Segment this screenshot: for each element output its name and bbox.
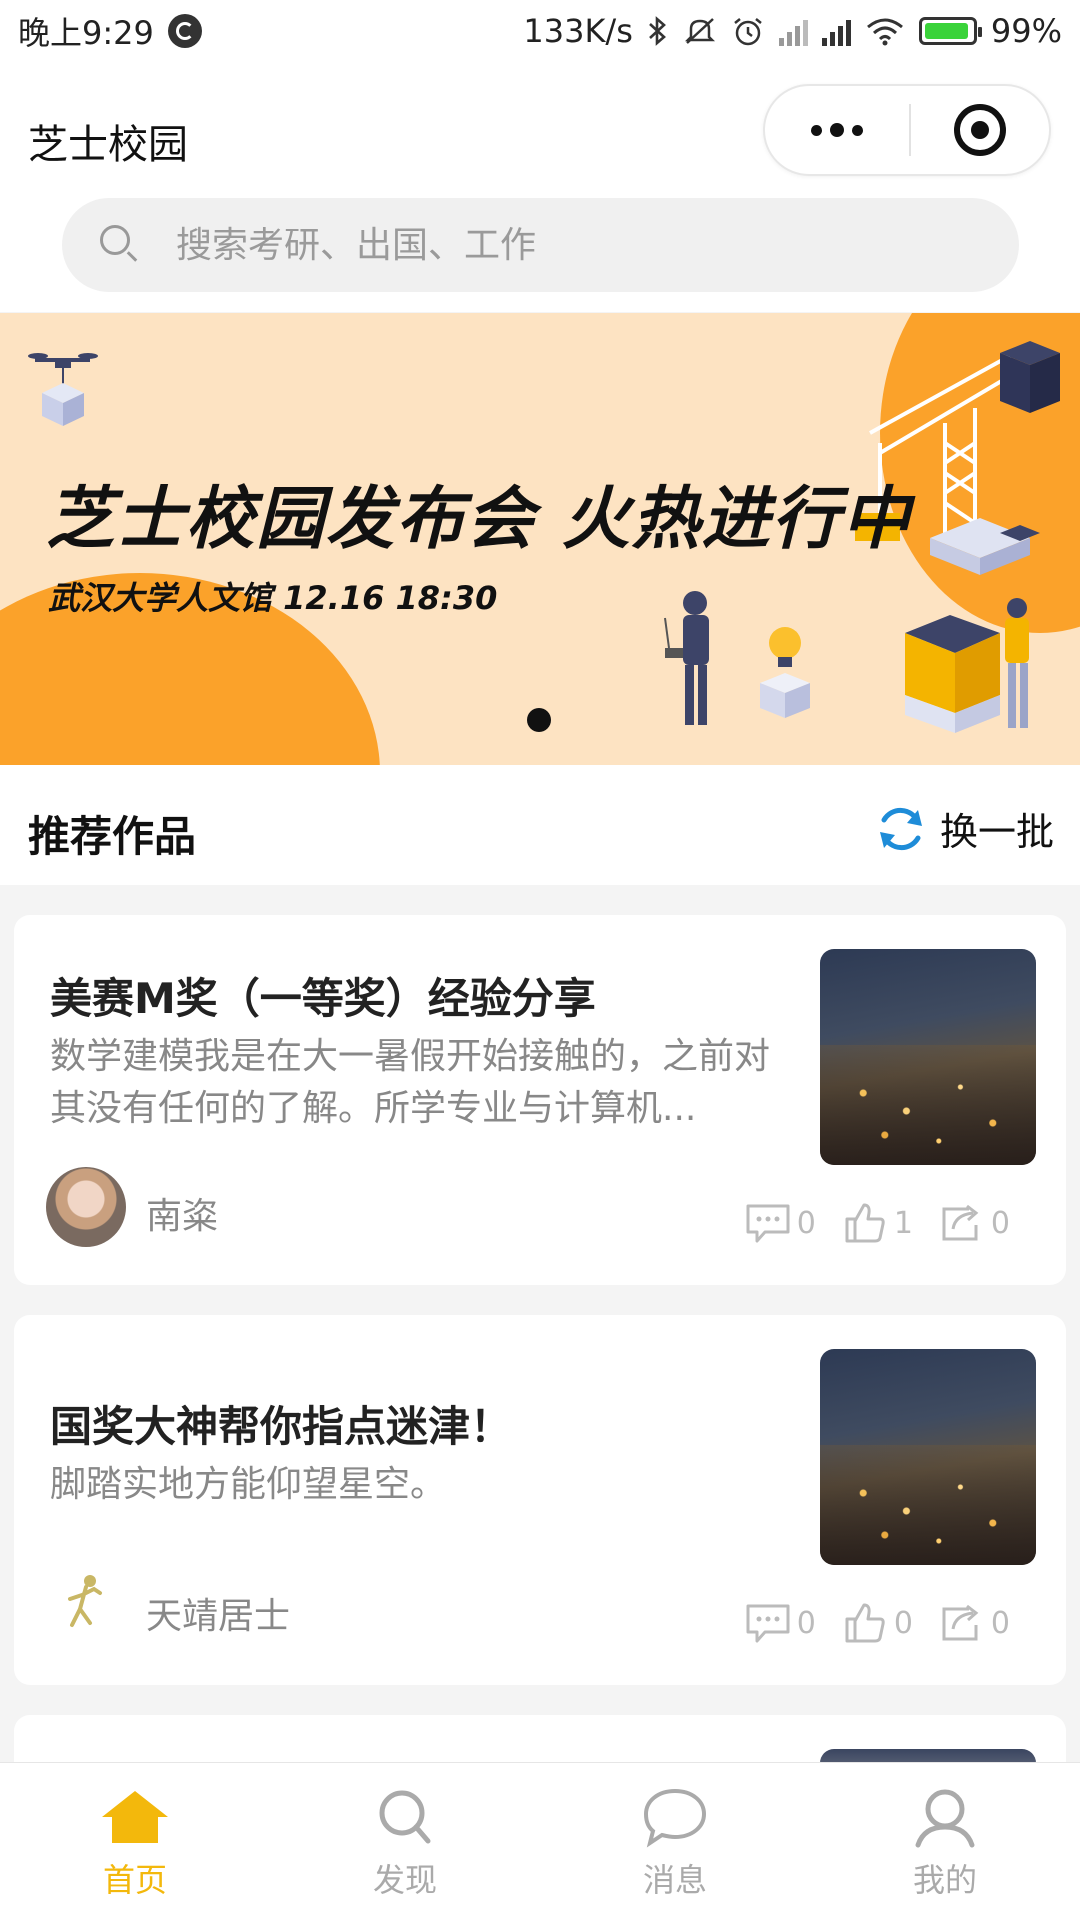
tab-label: 首页 [102,1861,167,1899]
bluetooth-icon [648,16,666,46]
globe-icon [167,14,202,48]
signal-icon-2 [821,16,851,46]
author-name[interactable]: 天靖居士 [146,1587,290,1639]
refresh-button[interactable]: 换一批 [874,801,1054,856]
search-icon [379,1790,431,1844]
chat-icon [643,1788,707,1848]
target-icon [954,104,1006,156]
article-thumbnail[interactable] [820,1349,1036,1565]
share-count: 0 [990,1205,1010,1241]
bottom-tab-bar: 首页 发现 消息 我的 [0,1762,1080,1921]
avatar[interactable] [46,1567,126,1647]
tab-label: 我的 [912,1861,977,1899]
carousel-indicator-dot[interactable] [527,708,551,732]
search-input[interactable] [174,223,938,267]
banner-headline: 芝士校园发布会 火热进行中 [46,480,912,559]
refresh-label: 换一批 [939,810,1054,854]
share-icon [942,1604,979,1641]
search-bar[interactable] [62,198,1019,292]
share-icon [942,1204,979,1241]
wifi-icon [866,18,903,46]
like-button[interactable]: 1 [842,1201,913,1245]
comment-button[interactable]: 0 [745,1201,816,1245]
comment-button[interactable]: 0 [745,1601,816,1645]
comment-icon [746,1204,790,1243]
article-thumbnail[interactable] [820,949,1036,1165]
avatar-figure-icon [68,1575,102,1627]
banner-carousel[interactable]: 芝士校园发布会 火热进行中 武汉大学人文馆 12.16 18:30 [0,313,1080,765]
share-button[interactable]: 0 [939,1201,1010,1245]
mute-icon [684,18,715,44]
tab-profile[interactable]: 我的 [810,1763,1080,1921]
avatar[interactable] [46,1167,126,1247]
like-button[interactable]: 0 [842,1601,913,1645]
tab-home[interactable]: 首页 [0,1763,270,1921]
tab-messages[interactable]: 消息 [540,1763,810,1921]
alarm-icon [734,18,762,46]
comment-count: 0 [796,1205,816,1241]
status-bar: 晚上9:29 133K/s 99% [0,0,1080,62]
battery-percent: 99% [990,12,1062,50]
search-bar-container [0,192,1080,312]
dot-icon [830,123,844,137]
like-count: 0 [893,1605,913,1641]
article-stats: 0 1 0 [745,1201,1010,1245]
dot-icon [811,124,822,136]
banner-subline: 武汉大学人文馆 12.16 18:30 [48,579,498,617]
article-summary: 数学建模我是在大一暑假开始接触的，之前对其没有任何的了解。所学专业与计算机... [50,1036,771,1129]
person-icon [915,1789,975,1848]
close-miniprogram-button[interactable] [911,104,1049,156]
comment-count: 0 [796,1605,816,1641]
thumbs-up-icon [845,1603,885,1643]
article-card[interactable]: 国奖大神帮你指点迷津！ 脚踏实地方能仰望星空。 天靖居士 0 0 0 [14,1315,1066,1685]
article-title[interactable]: 国奖大神帮你指点迷津！ [50,1393,512,1454]
refresh-icon [879,807,922,850]
home-icon [102,1791,168,1843]
more-button[interactable] [765,86,909,174]
recommend-section-header: 推荐作品 换一批 [0,765,1080,885]
tab-discover[interactable]: 发现 [270,1763,540,1921]
battery-icon [918,17,982,45]
tab-label: 发现 [372,1861,437,1899]
thumbs-up-icon [845,1203,885,1243]
search-icon [100,225,140,265]
article-title[interactable]: 美赛M奖（一等奖）经验分享 [50,965,596,1026]
article-card[interactable]: 美赛M奖（一等奖）经验分享 数学建模我是在大一暑假开始接触的，之前对其没有任何的… [14,915,1066,1285]
article-stats: 0 0 0 [745,1601,1010,1645]
nav-bar: 芝士校园 [0,62,1080,192]
page-title: 芝士校园 [28,122,188,168]
author-name[interactable]: 南粢 [146,1187,218,1239]
miniprogram-capsule [763,84,1051,176]
tab-label: 消息 [642,1861,707,1899]
net-speed: 133K/s [523,12,633,50]
section-title: 推荐作品 [28,812,197,861]
like-count: 1 [893,1205,913,1241]
share-button[interactable]: 0 [939,1601,1010,1645]
status-time: 晚上9:29 [18,14,154,52]
share-count: 0 [990,1605,1010,1641]
dot-icon [852,124,863,136]
comment-icon [746,1604,790,1643]
article-summary: 脚踏实地方能仰望星空。 [50,1464,447,1505]
signal-icon [778,16,808,46]
